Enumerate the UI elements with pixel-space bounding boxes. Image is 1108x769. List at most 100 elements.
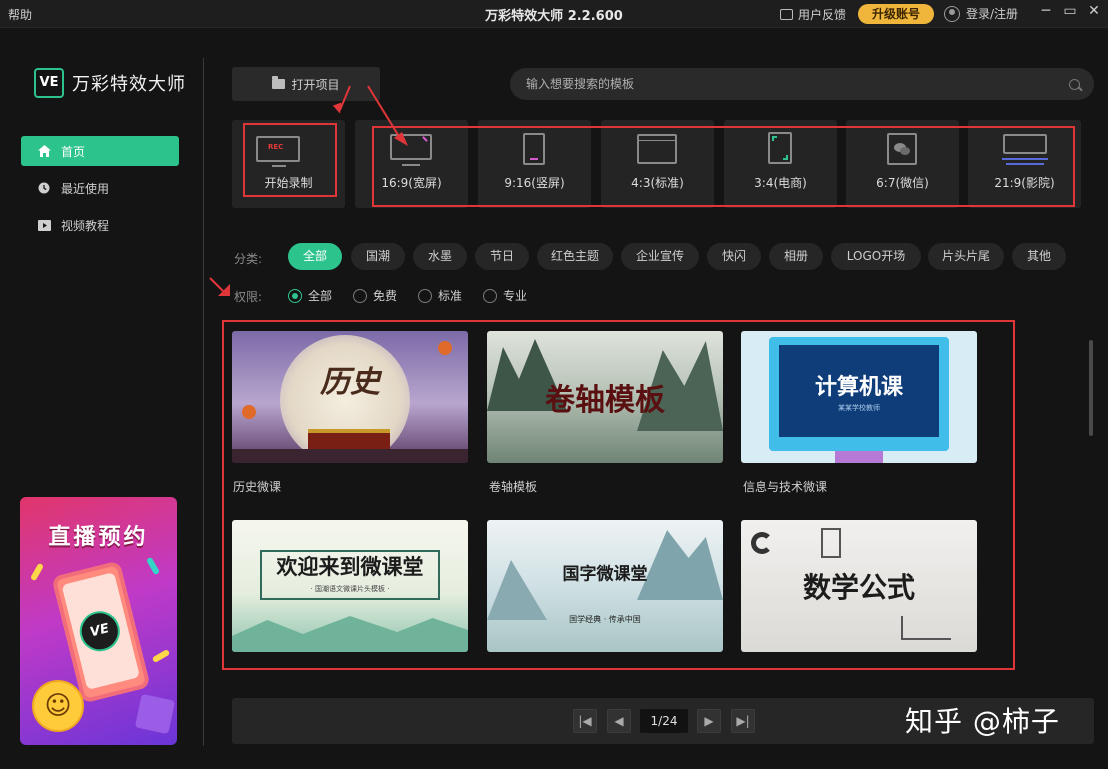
- next-page-button[interactable]: ▶: [697, 709, 721, 733]
- template-title: 国字微课堂: [562, 564, 648, 585]
- template-card-computer[interactable]: 计算机课 某某学校教师: [741, 331, 977, 463]
- app-logo: VE 万彩特效大师: [34, 68, 186, 98]
- confetti-decoration: [145, 556, 161, 576]
- sidebar-item-home[interactable]: 首页: [21, 136, 179, 166]
- smile-emoji-icon: ☺: [32, 680, 84, 732]
- prev-page-button[interactable]: ◀: [607, 709, 631, 733]
- chat-icon: [780, 9, 793, 20]
- radio-unchecked-icon: [353, 288, 367, 303]
- template-subtitle: 国学经典 · 传承中国: [569, 615, 641, 624]
- persimmon-illustration: [438, 341, 452, 355]
- upgrade-button[interactable]: 升级账号: [858, 4, 934, 24]
- maximize-button[interactable]: ▭: [1060, 3, 1080, 19]
- home-icon: [37, 144, 51, 158]
- highlight-box-ratios: [372, 126, 1075, 207]
- help-menu[interactable]: 帮助: [8, 6, 32, 23]
- template-card-history[interactable]: 历史: [232, 331, 468, 463]
- radio-unchecked-icon: [418, 288, 432, 303]
- geometry-decoration: [751, 532, 773, 554]
- close-button[interactable]: ✕: [1084, 3, 1104, 19]
- geometry-decoration: [821, 528, 841, 558]
- search-input[interactable]: [526, 77, 1069, 91]
- radio-label: 专业: [503, 289, 528, 303]
- feedback-label: 用户反馈: [798, 8, 847, 22]
- chip-logo-intro[interactable]: LOGO开场: [831, 243, 921, 270]
- chip-flash[interactable]: 快闪: [707, 243, 761, 270]
- permission-label: 权限:: [234, 290, 263, 304]
- template-subtitle: 某某学校教师: [838, 404, 880, 412]
- login-button[interactable]: 登录/注册: [944, 5, 1018, 22]
- chip-ink[interactable]: 水墨: [413, 243, 467, 270]
- radio-label: 全部: [308, 289, 333, 303]
- radio-unchecked-icon: [483, 288, 497, 303]
- live-booking-banner[interactable]: 直播预约 VE ☺: [20, 497, 177, 745]
- persimmon-illustration: [242, 405, 256, 419]
- template-title: 历史: [320, 365, 380, 400]
- template-card-welcome[interactable]: 欢迎来到微课堂 · 国潮语文微课片头模板 ·: [232, 520, 468, 652]
- sidebar-item-recent[interactable]: 最近使用: [21, 173, 179, 203]
- radio-label: 标准: [438, 289, 463, 303]
- login-label: 登录/注册: [966, 7, 1019, 21]
- minimize-button[interactable]: ─: [1036, 3, 1056, 19]
- radio-label: 免费: [373, 289, 398, 303]
- banner-title: 直播预约: [48, 525, 149, 550]
- chip-corporate[interactable]: 企业宣传: [621, 243, 699, 270]
- clock-icon: [37, 181, 51, 195]
- template-label: 信息与技术微课: [743, 480, 828, 494]
- ground-illustration: [232, 449, 468, 463]
- monitor-stand: [835, 451, 883, 463]
- page-indicator[interactable]: 1/24: [640, 709, 688, 733]
- chip-festival[interactable]: 节日: [475, 243, 529, 270]
- geometry-decoration: [901, 616, 951, 640]
- content-scrollbar[interactable]: [1089, 340, 1093, 436]
- watermark: 知乎 @柿子: [905, 705, 1060, 738]
- sidebar-item-tutorial[interactable]: 视频教程: [21, 210, 179, 240]
- ve-logo-icon: VE: [34, 68, 64, 98]
- video-icon: [37, 218, 51, 232]
- chip-guochao[interactable]: 国潮: [351, 243, 405, 270]
- feedback-button[interactable]: 用户反馈: [780, 6, 846, 23]
- sidebar-divider: [203, 58, 204, 746]
- chip-red-theme[interactable]: 红色主题: [537, 243, 613, 270]
- sidebar-item-label: 视频教程: [61, 218, 110, 233]
- template-label: 历史微课: [233, 480, 282, 494]
- annotation-arrow: [209, 277, 230, 296]
- template-title: 卷轴模板: [545, 383, 665, 418]
- sidebar-item-label: 首页: [61, 144, 86, 159]
- template-card-scroll[interactable]: 卷轴模板: [487, 331, 723, 463]
- chip-album[interactable]: 相册: [769, 243, 823, 270]
- template-card-guozi[interactable]: 国字微课堂 国学经典 · 传承中国: [487, 520, 723, 652]
- folder-icon: [272, 76, 286, 89]
- last-page-button[interactable]: ▶|: [731, 709, 755, 733]
- sidebar-item-label: 最近使用: [61, 181, 110, 196]
- gift-illustration: [134, 693, 176, 735]
- template-title: 数学公式: [802, 571, 915, 604]
- search-bar: [510, 68, 1094, 100]
- radio-free[interactable]: 免费: [353, 287, 397, 304]
- confetti-decoration: [29, 562, 45, 582]
- radio-pro[interactable]: 专业: [483, 287, 527, 304]
- first-page-button[interactable]: |◀: [573, 709, 597, 733]
- category-label: 分类:: [234, 252, 263, 266]
- radio-checked-icon: [288, 288, 302, 303]
- template-subtitle: · 国潮语文微课片头模板 ·: [310, 585, 390, 593]
- user-icon: [944, 5, 960, 22]
- template-title: 计算机课: [814, 374, 903, 400]
- radio-all[interactable]: 全部: [288, 287, 332, 304]
- palace-illustration: [308, 429, 390, 451]
- logo-text: 万彩特效大师: [72, 74, 186, 95]
- search-icon[interactable]: [1069, 78, 1080, 90]
- template-card-math[interactable]: 数学公式: [741, 520, 977, 652]
- window-title: 万彩特效大师 2.2.600: [485, 9, 623, 24]
- highlight-box-record: [243, 123, 337, 197]
- mountain-illustration: [232, 616, 468, 652]
- chip-other[interactable]: 其他: [1012, 243, 1066, 270]
- annotation-arrow: [332, 85, 408, 146]
- chip-intro-outro[interactable]: 片头片尾: [928, 243, 1004, 270]
- radio-standard[interactable]: 标准: [418, 287, 462, 304]
- chip-all[interactable]: 全部: [288, 243, 342, 270]
- title-bar: 帮助 万彩特效大师 2.2.600 用户反馈 升级账号 登录/注册 ─ ▭ ✕: [0, 0, 1108, 28]
- confetti-decoration: [151, 648, 171, 664]
- template-label: 卷轴模板: [489, 480, 538, 494]
- template-title: 欢迎来到微课堂: [276, 554, 424, 579]
